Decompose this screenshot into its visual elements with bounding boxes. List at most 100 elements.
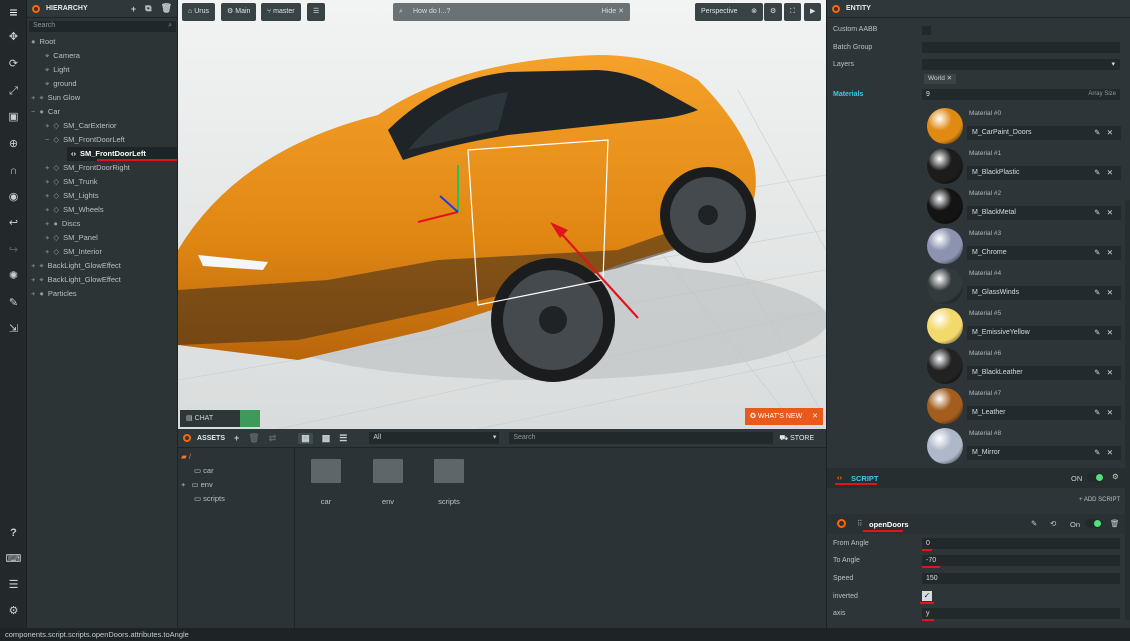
asset-folder-car[interactable]: car bbox=[311, 459, 341, 521]
close-icon[interactable]: ✕ bbox=[812, 408, 818, 425]
tree-item-root[interactable]: ● Root bbox=[31, 35, 55, 49]
tree-item-light[interactable]: ⌖ Light bbox=[45, 63, 70, 77]
drag-handle-icon[interactable]: ⠿ bbox=[857, 519, 863, 528]
tree-item-car[interactable]: − ● Car bbox=[31, 105, 60, 119]
custom-aabb-checkbox[interactable] bbox=[922, 26, 931, 35]
hide-button[interactable]: Hide ✕ bbox=[602, 3, 624, 21]
material-name-field[interactable]: M_BlackPlastic ✎ ✕ bbox=[967, 166, 1121, 180]
remove-icon[interactable]: ✕ bbox=[1107, 168, 1113, 177]
menu-button[interactable]: ☰ bbox=[307, 3, 326, 21]
inverted-checkbox[interactable]: ✓ bbox=[922, 591, 932, 601]
undo-icon[interactable]: ↩ bbox=[4, 214, 23, 233]
settings-button[interactable]: ⚙ bbox=[764, 3, 783, 21]
material-slot[interactable]: Material #6 M_BlackLeather ✎ ✕ bbox=[927, 346, 1121, 386]
from-angle-field[interactable]: 0 bbox=[922, 538, 1120, 549]
material-slot[interactable]: Material #0 M_CarPaint_Doors ✎ ✕ bbox=[927, 106, 1121, 146]
edit-icon[interactable]: ✎ bbox=[1094, 328, 1100, 337]
edit-script-icon[interactable]: ✎ bbox=[1031, 519, 1037, 528]
rotate-icon[interactable]: ⟳ bbox=[4, 55, 23, 74]
script-enabled-toggle[interactable] bbox=[1087, 473, 1104, 482]
material-slot[interactable]: Material #8 M_Mirror ✎ ✕ bbox=[927, 426, 1121, 466]
remove-tag-icon[interactable]: ✕ bbox=[947, 75, 952, 82]
asset-tree-folder-car[interactable]: ▭ car bbox=[194, 466, 214, 475]
user-avatar[interactable] bbox=[240, 410, 260, 427]
tree-item-sm-frontdoorleft[interactable]: − ◇ SM_FrontDoorLeft bbox=[45, 133, 125, 147]
materials-count-field[interactable]: 9 Array Size bbox=[922, 89, 1120, 100]
tree-item-sm-interior[interactable]: + ◇ SM_Interior bbox=[45, 245, 102, 259]
material-slot[interactable]: Material #4 M_GlassWinds ✎ ✕ bbox=[927, 266, 1121, 306]
batch-group-select[interactable] bbox=[922, 42, 1120, 53]
add-asset-icon[interactable]: + bbox=[234, 433, 239, 443]
axis-field[interactable]: y bbox=[922, 608, 1120, 619]
list-view-icon[interactable]: ☰ bbox=[339, 433, 347, 444]
expand-icon[interactable]: + bbox=[31, 93, 35, 102]
edit-icon[interactable]: ✎ bbox=[1094, 128, 1100, 137]
collapse-icon[interactable]: − bbox=[45, 135, 49, 144]
feedback-icon[interactable]: ☰ bbox=[4, 576, 23, 595]
expand-icon[interactable]: + bbox=[45, 219, 49, 228]
material-preview[interactable] bbox=[927, 148, 963, 184]
whats-new-button[interactable]: ✪ WHAT'S NEW ✕ bbox=[745, 408, 823, 425]
edit-icon[interactable]: ✎ bbox=[1094, 168, 1100, 177]
tree-item-sm-panel[interactable]: + ◇ SM_Panel bbox=[45, 231, 98, 245]
delete-icon[interactable]: 🗑 bbox=[161, 3, 172, 14]
tree-item-backlight-1[interactable]: + ⌖ BackLight_GlowEffect bbox=[31, 259, 121, 273]
playcanvas-logo[interactable]: ≡ bbox=[6, 4, 21, 20]
tree-item-sm-trunk[interactable]: + ◇ SM_Trunk bbox=[45, 175, 98, 189]
layers-select[interactable]: ▾ bbox=[922, 59, 1120, 70]
delete-asset-icon[interactable]: 🗑 bbox=[248, 433, 259, 444]
material-slot[interactable]: Material #5 M_EmissiveYellow ✎ ✕ bbox=[927, 306, 1121, 346]
material-preview[interactable] bbox=[927, 188, 963, 224]
asset-filter-select[interactable]: All ▾ bbox=[369, 432, 500, 444]
edit-icon[interactable]: ✎ bbox=[1094, 248, 1100, 257]
lightmap-icon[interactable]: ✺ bbox=[4, 267, 23, 286]
world-icon[interactable]: ⊕ bbox=[4, 135, 23, 154]
tree-item-sm-lights[interactable]: + ◇ SM_Lights bbox=[45, 189, 99, 203]
expand-icon[interactable]: + bbox=[45, 247, 49, 256]
edit-icon[interactable]: ✎ bbox=[1094, 408, 1100, 417]
material-slot[interactable]: Material #2 M_BlackMetal ✎ ✕ bbox=[927, 186, 1121, 226]
material-name-field[interactable]: M_Mirror ✎ ✕ bbox=[967, 446, 1121, 460]
remove-icon[interactable]: ✕ bbox=[1107, 448, 1113, 457]
remove-icon[interactable]: ✕ bbox=[1107, 288, 1113, 297]
edit-icon[interactable]: ✎ bbox=[1094, 288, 1100, 297]
tree-item-sun-glow[interactable]: + ⌖ Sun Glow bbox=[31, 91, 80, 105]
delete-script-icon[interactable]: 🗑 bbox=[1110, 519, 1120, 528]
asset-search-input[interactable]: Search bbox=[509, 432, 774, 444]
refresh-script-icon[interactable]: ⟲ bbox=[1050, 519, 1056, 528]
asset-tree-folder-env[interactable]: + ▭ env bbox=[181, 480, 213, 489]
resize-icon[interactable]: ▣ bbox=[4, 108, 23, 127]
speed-field[interactable]: 150 bbox=[922, 573, 1120, 584]
remove-icon[interactable]: ✕ bbox=[1107, 208, 1113, 217]
scale-icon[interactable]: ⤢ bbox=[4, 82, 23, 101]
entity-scrollbar[interactable] bbox=[1125, 200, 1130, 620]
remove-icon[interactable]: ✕ bbox=[1107, 248, 1113, 257]
help-icon[interactable]: ? bbox=[4, 524, 23, 543]
hierarchy-search[interactable]: Search ⌕ bbox=[29, 21, 176, 32]
edit-icon[interactable]: ✎ bbox=[1094, 368, 1100, 377]
move-asset-icon[interactable]: ⇄ bbox=[269, 433, 277, 444]
material-preview[interactable] bbox=[927, 108, 963, 144]
material-name-field[interactable]: M_BlackLeather ✎ ✕ bbox=[967, 366, 1121, 380]
expand-toggle-icon[interactable]: ● bbox=[31, 37, 36, 46]
material-name-field[interactable]: M_Chrome ✎ ✕ bbox=[967, 246, 1121, 260]
tree-item-particles[interactable]: + ● Particles bbox=[31, 287, 77, 301]
focus-icon[interactable]: ◉ bbox=[4, 188, 23, 207]
material-preview[interactable] bbox=[927, 228, 963, 264]
material-name-field[interactable]: M_EmissiveYellow ✎ ✕ bbox=[967, 326, 1121, 340]
publish-icon[interactable]: ⇲ bbox=[4, 320, 23, 339]
expand-icon[interactable]: + bbox=[45, 177, 49, 186]
collapse-icon[interactable]: − bbox=[31, 107, 35, 116]
tree-item-discs[interactable]: + ● Discs bbox=[45, 217, 80, 231]
tree-item-sm-frontdoorright[interactable]: + ◇ SM_FrontDoorRight bbox=[45, 161, 130, 175]
material-name-field[interactable]: M_Leather ✎ ✕ bbox=[967, 406, 1121, 420]
settings-icon[interactable]: ⚙ bbox=[4, 602, 23, 621]
code-editor-icon[interactable]: ✎ bbox=[4, 294, 23, 313]
material-name-field[interactable]: M_BlackMetal ✎ ✕ bbox=[967, 206, 1121, 220]
material-name-field[interactable]: M_GlassWinds ✎ ✕ bbox=[967, 286, 1121, 300]
expand-icon[interactable]: + bbox=[45, 233, 49, 242]
add-script-button[interactable]: + ADD SCRIPT bbox=[1079, 497, 1120, 503]
asset-tree-root[interactable]: ▰ / bbox=[181, 452, 191, 461]
tree-item-camera[interactable]: ⌖ Camera bbox=[45, 49, 80, 63]
grid-view-icon[interactable]: ▦ bbox=[298, 432, 313, 444]
